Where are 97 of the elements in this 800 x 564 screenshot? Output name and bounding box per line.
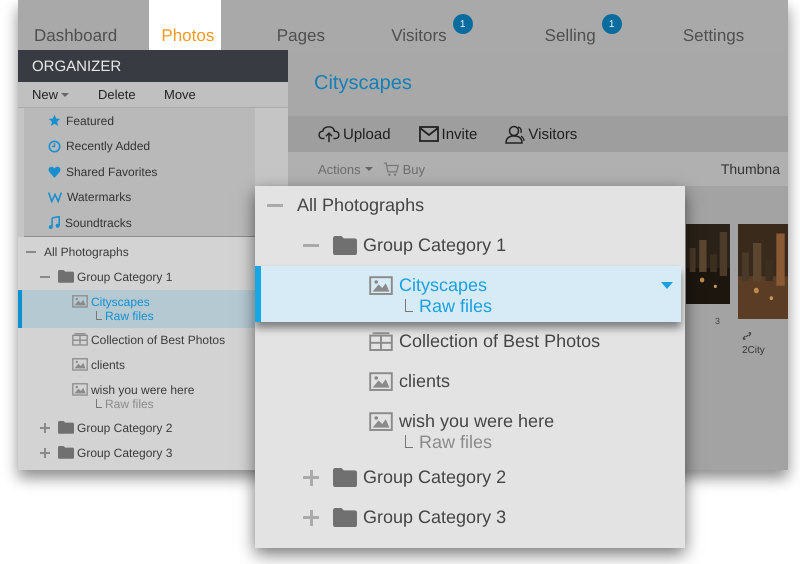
expand-icon[interactable] bbox=[40, 448, 50, 458]
nav-tab[interactable]: Dashboard bbox=[18, 0, 150, 50]
tree-item[interactable]: All Photographs bbox=[18, 240, 255, 264]
image-icon bbox=[369, 276, 393, 296]
tree-item-label: All Photographs bbox=[44, 244, 129, 258]
library-item[interactable]: Shared Favorites bbox=[48, 159, 255, 184]
library-item-label: Shared Favorites bbox=[66, 164, 158, 179]
tree-item-label: Collection of Best Photos bbox=[91, 332, 226, 346]
tree-item[interactable]: Group Category 2 bbox=[255, 458, 685, 498]
cloud-upload-icon bbox=[318, 125, 340, 143]
library-item[interactable]: Soundtracks bbox=[48, 210, 255, 236]
subgallery-label: Raw files bbox=[105, 308, 154, 322]
tree-item[interactable]: clients bbox=[18, 352, 255, 378]
folder-icon bbox=[58, 270, 74, 283]
nav-tab[interactable]: Visitors 1 bbox=[375, 0, 529, 50]
tree-item[interactable]: Group Category 1 bbox=[18, 264, 255, 290]
library-item-label: Featured bbox=[66, 114, 114, 128]
tree-item-label: Cityscapes bbox=[91, 294, 150, 308]
image-icon bbox=[72, 358, 88, 371]
tree-item-label: Group Category 3 bbox=[363, 507, 506, 528]
tree-item[interactable]: clients bbox=[255, 362, 685, 402]
photo-count: 3 bbox=[714, 316, 721, 326]
toolbar-button[interactable]: Upload bbox=[318, 125, 391, 143]
link-icon bbox=[742, 331, 752, 341]
tree-item-label: clients bbox=[399, 371, 450, 392]
count-badge: 1 bbox=[602, 14, 622, 34]
subgallery-label: Raw files bbox=[105, 396, 154, 410]
photo-caption: 2City bbox=[742, 345, 765, 356]
heart-icon bbox=[48, 166, 61, 178]
tree-item[interactable]: Collection of Best Photos bbox=[255, 322, 685, 362]
tree-item-label: Group Category 3 bbox=[77, 446, 172, 460]
tree-item[interactable]: Group Category 3 bbox=[255, 498, 685, 538]
branch-icon bbox=[96, 398, 102, 408]
tree-item-label: Cityscapes bbox=[399, 275, 488, 296]
image-icon bbox=[369, 372, 393, 392]
tree-item[interactable]: Group Category 1 bbox=[255, 226, 685, 266]
library-item-label: Watermarks bbox=[67, 190, 132, 204]
caret-icon bbox=[364, 167, 373, 171]
grid-icon bbox=[72, 333, 88, 346]
expand-icon[interactable] bbox=[303, 510, 319, 526]
count-badge: 1 bbox=[452, 14, 473, 34]
branch-icon bbox=[96, 310, 102, 320]
grid-icon bbox=[369, 332, 393, 352]
star-icon bbox=[48, 114, 61, 128]
expand-icon[interactable] bbox=[303, 470, 319, 486]
music-note-icon bbox=[48, 216, 60, 230]
folder-icon bbox=[333, 468, 357, 488]
nav-tab[interactable]: Pages bbox=[260, 0, 376, 50]
cart-icon bbox=[382, 162, 399, 176]
panel-title: ORGANIZER bbox=[18, 50, 288, 82]
tree-item[interactable]: wish you were here Raw files bbox=[18, 378, 255, 416]
menu-button[interactable]: Move bbox=[160, 87, 226, 102]
tree-item[interactable]: wish you were here Raw files bbox=[255, 402, 685, 458]
tree-item-label: wish you were here bbox=[91, 382, 194, 396]
gallery-title: Cityscapes bbox=[288, 50, 788, 116]
tree-item[interactable]: Group Category 3 bbox=[18, 440, 255, 466]
library-item[interactable]: Watermarks bbox=[48, 184, 255, 210]
tree-item-label: All Photographs bbox=[297, 195, 424, 216]
envelope-icon bbox=[418, 126, 439, 142]
tree-item-label: Group Category 1 bbox=[363, 235, 506, 256]
subgallery-label: Raw files bbox=[419, 296, 492, 317]
folder-icon bbox=[58, 421, 74, 434]
expand-icon[interactable] bbox=[40, 422, 50, 432]
clock-icon bbox=[48, 140, 61, 153]
library-item[interactable]: Recently Added bbox=[48, 134, 255, 159]
image-icon bbox=[72, 383, 88, 396]
branch-icon bbox=[405, 299, 413, 312]
tree-item-label: Group Category 1 bbox=[77, 270, 172, 284]
caret-icon[interactable] bbox=[661, 282, 673, 289]
folder-icon bbox=[333, 508, 357, 528]
nav-tab[interactable]: Settings bbox=[666, 0, 788, 50]
tree-item[interactable]: All Photographs bbox=[255, 186, 685, 226]
tree-item[interactable]: Collection of Best Photos bbox=[18, 328, 255, 352]
nav-tab[interactable]: Selling 1 bbox=[528, 0, 667, 50]
tree-item-label: Group Category 2 bbox=[363, 467, 506, 488]
toolbar-button[interactable]: Invite bbox=[418, 126, 478, 142]
tree-item-label: clients bbox=[91, 358, 126, 372]
watermark-icon bbox=[48, 191, 62, 204]
subgallery-label: Raw files bbox=[419, 432, 492, 453]
tree-item-label: wish you were here bbox=[399, 411, 554, 432]
tree-item-label: Group Category 2 bbox=[77, 420, 172, 434]
image-icon bbox=[369, 412, 393, 432]
people-icon bbox=[505, 124, 526, 144]
folder-icon bbox=[58, 446, 74, 459]
view-label: Thumbna bbox=[720, 161, 781, 177]
tree-item[interactable]: Group Category 2 bbox=[18, 416, 255, 440]
library-item-label: Soundtracks bbox=[65, 216, 132, 230]
tree-item-label: Collection of Best Photos bbox=[399, 331, 600, 352]
menu-button[interactable]: Delete bbox=[94, 87, 160, 102]
library-item[interactable]: Featured bbox=[48, 108, 255, 134]
toolbar-button[interactable]: Visitors bbox=[505, 124, 578, 144]
menu-button[interactable]: New bbox=[28, 87, 94, 102]
caret-icon bbox=[61, 92, 70, 96]
branch-icon bbox=[405, 435, 413, 448]
folder-icon bbox=[333, 236, 357, 256]
library-item-label: Recently Added bbox=[66, 139, 150, 154]
image-icon bbox=[72, 295, 88, 308]
